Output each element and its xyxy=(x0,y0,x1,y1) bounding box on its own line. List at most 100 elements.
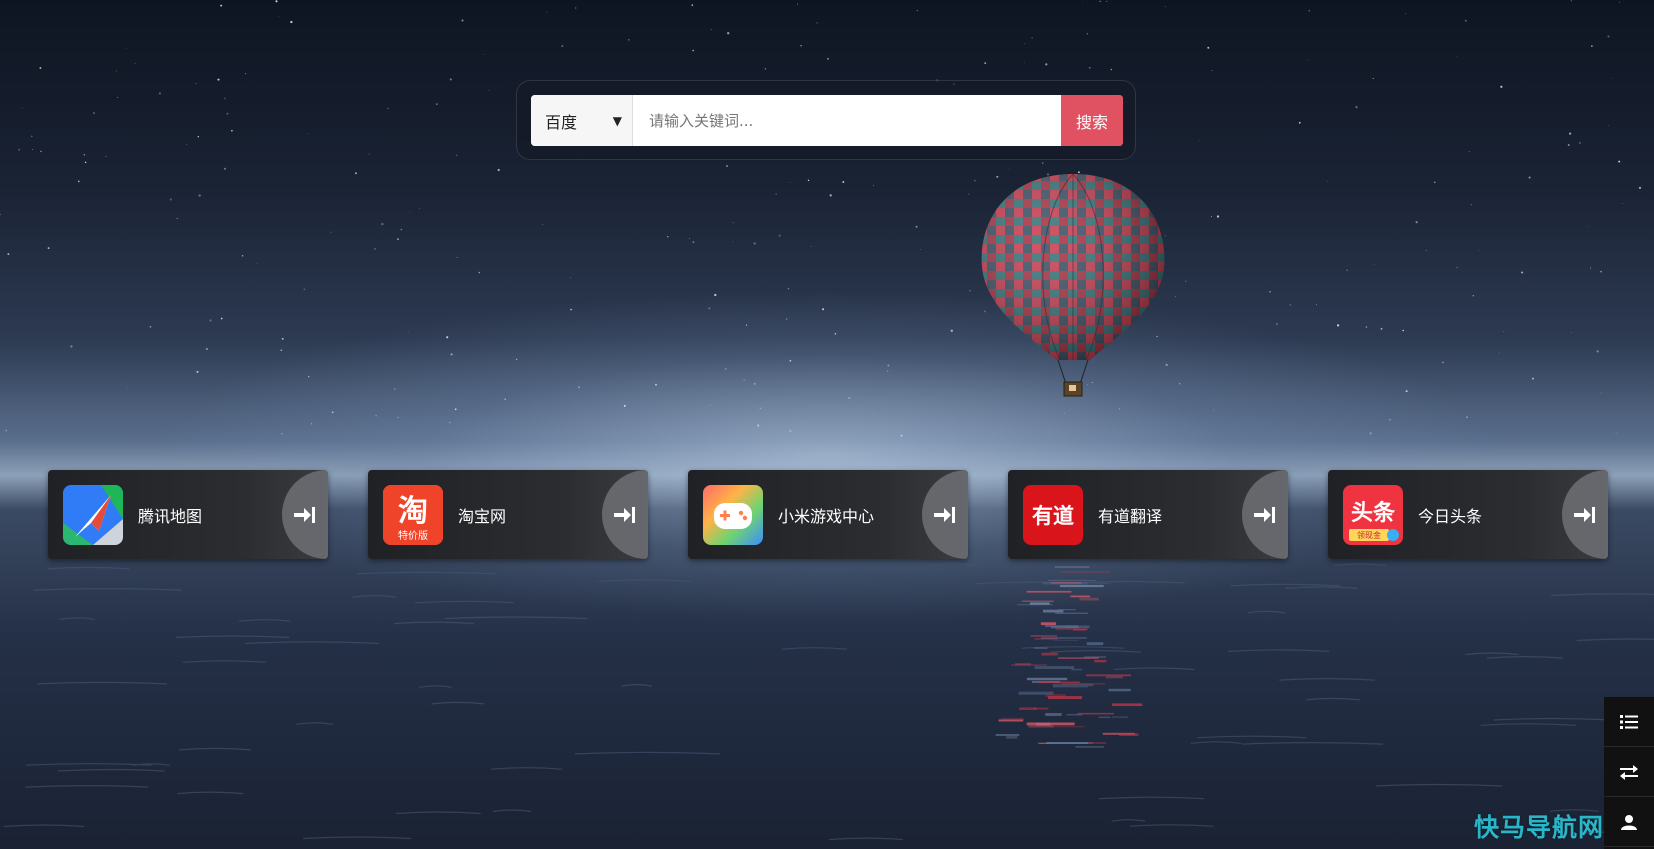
reflection-streak xyxy=(1108,688,1131,692)
list-button[interactable] xyxy=(1604,697,1654,747)
star xyxy=(709,404,711,406)
star xyxy=(223,167,227,170)
wave-ripple xyxy=(415,600,515,604)
star xyxy=(400,228,403,231)
star xyxy=(655,383,657,386)
star xyxy=(688,237,691,239)
reflection-streak xyxy=(1088,742,1107,744)
reflection-streak xyxy=(1119,733,1139,736)
star xyxy=(1456,56,1458,58)
star xyxy=(575,7,577,9)
star xyxy=(834,332,837,335)
card-youdao[interactable]: 有道 有道翻译 xyxy=(1008,470,1288,559)
wave-ripple xyxy=(352,595,397,598)
star xyxy=(667,236,669,238)
sign-in-arrow-icon xyxy=(934,506,955,523)
star xyxy=(764,68,767,70)
wave-ripple xyxy=(47,566,130,570)
star xyxy=(1185,280,1187,282)
star xyxy=(1591,45,1593,47)
reflection-streak xyxy=(1075,746,1105,748)
reflection-streak xyxy=(1006,736,1018,739)
card-taobao[interactable]: 淘 特价版 淘宝网 xyxy=(368,470,648,559)
go-arrow-button[interactable] xyxy=(602,470,648,559)
reflection-streak xyxy=(1055,612,1089,614)
svg-text:特价版: 特价版 xyxy=(398,529,428,542)
reflection-streak xyxy=(1053,639,1079,641)
go-arrow-button[interactable] xyxy=(1242,470,1288,559)
reflection-streak xyxy=(1079,597,1099,601)
sign-in-arrow-icon xyxy=(294,506,315,523)
star xyxy=(1207,46,1210,49)
chevron-down-icon: ▼ xyxy=(612,113,622,128)
swap-button[interactable] xyxy=(1604,747,1654,797)
star xyxy=(816,22,818,24)
wave-ripple xyxy=(1375,783,1503,787)
card-xiaomi-game[interactable]: 小米游戏中心 xyxy=(688,470,968,559)
star xyxy=(810,246,812,248)
taobao-icon: 淘 特价版 xyxy=(383,485,443,545)
star xyxy=(1415,221,1418,224)
star xyxy=(419,208,420,209)
star xyxy=(1336,324,1340,327)
reflection-streak xyxy=(1049,742,1093,744)
go-arrow-button[interactable] xyxy=(282,470,328,559)
wave-ripple xyxy=(1493,717,1613,721)
reflection-streak xyxy=(995,734,1020,736)
star xyxy=(5,429,8,432)
card-label: 今日头条 xyxy=(1418,506,1483,526)
wave-ripple xyxy=(1334,563,1387,567)
wave-ripple xyxy=(598,579,691,582)
star xyxy=(209,319,212,322)
star xyxy=(919,249,921,250)
star xyxy=(1470,204,1473,206)
wave-ripple xyxy=(1285,586,1358,589)
card-tencent-map[interactable]: 腾讯地图 xyxy=(48,470,328,559)
star xyxy=(387,107,389,110)
star xyxy=(176,217,178,220)
star xyxy=(70,345,73,348)
star xyxy=(1106,0,1108,2)
star xyxy=(125,47,127,49)
star xyxy=(873,185,874,186)
wave-ripple xyxy=(431,701,485,705)
reflection-streak xyxy=(1086,674,1131,677)
star xyxy=(307,133,309,135)
star xyxy=(280,349,283,352)
star xyxy=(105,155,107,158)
star xyxy=(515,358,518,361)
star xyxy=(1425,250,1427,252)
star xyxy=(753,382,756,385)
star xyxy=(1372,77,1374,80)
star xyxy=(1179,383,1181,385)
wave-ripple xyxy=(37,681,167,685)
wave-ripple xyxy=(1197,735,1306,739)
search-engine-select[interactable]: 百度 ▼ xyxy=(531,95,633,146)
star xyxy=(449,78,452,81)
search-button[interactable]: 搜索 xyxy=(1061,95,1123,146)
wave-ripple xyxy=(3,824,85,828)
star xyxy=(1216,215,1220,218)
star xyxy=(7,253,10,256)
star xyxy=(205,347,209,351)
wave-ripple xyxy=(393,621,475,625)
star xyxy=(1316,304,1317,306)
star xyxy=(743,379,745,381)
star xyxy=(1327,180,1328,182)
user-button[interactable] xyxy=(1604,797,1654,847)
star xyxy=(256,262,258,264)
star xyxy=(158,92,161,95)
reflection-streak xyxy=(1045,694,1066,697)
star xyxy=(541,224,543,225)
star xyxy=(117,97,119,99)
go-arrow-button[interactable] xyxy=(922,470,968,559)
water-surface xyxy=(3,563,1654,841)
star xyxy=(1528,176,1531,179)
card-toutiao[interactable]: 头条 领现金 今日头条 xyxy=(1328,470,1608,559)
wave-ripple xyxy=(419,685,452,688)
search-input[interactable] xyxy=(633,95,1061,146)
star xyxy=(368,153,370,155)
star xyxy=(409,212,411,213)
go-arrow-button[interactable] xyxy=(1562,470,1608,559)
star xyxy=(1042,162,1044,164)
